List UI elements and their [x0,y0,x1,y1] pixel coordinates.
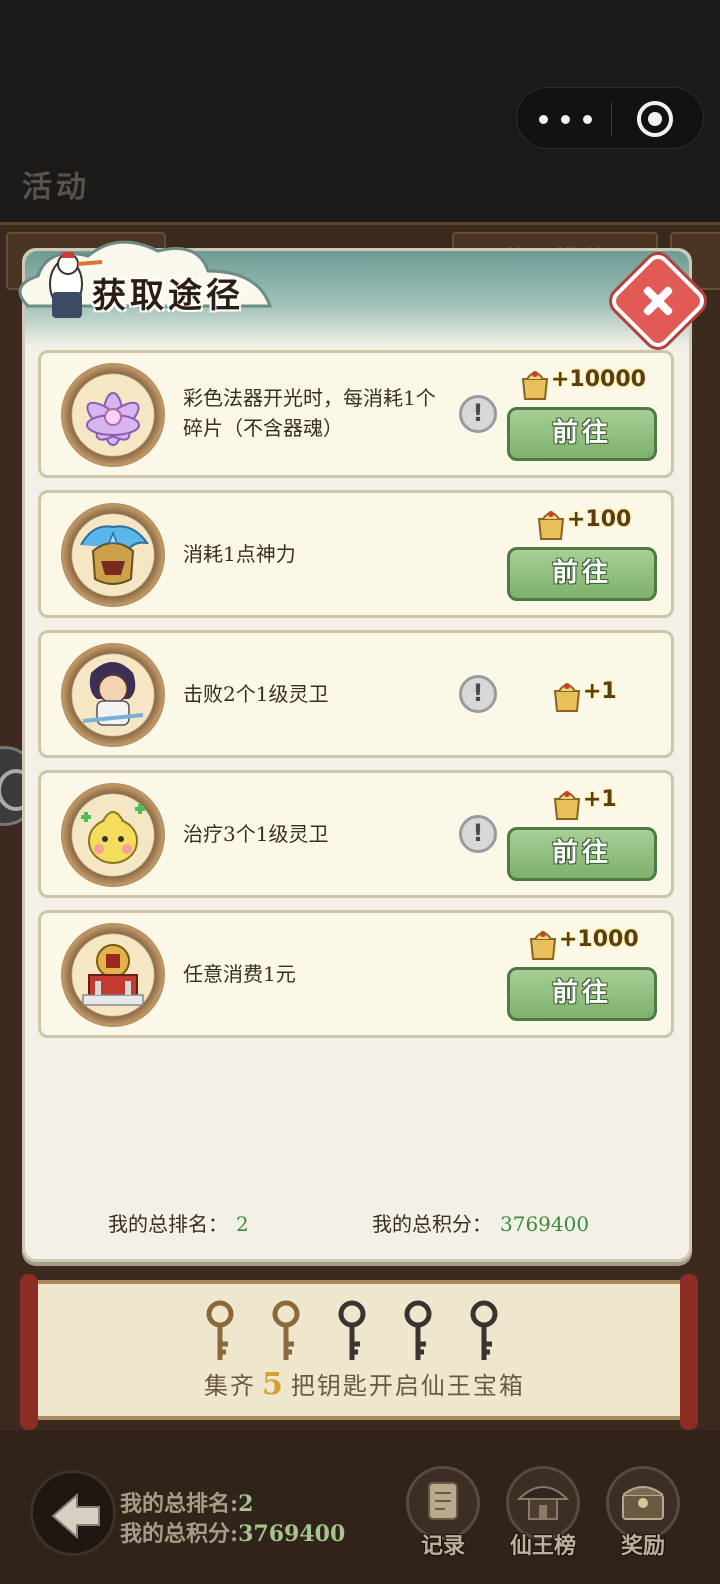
key-text-before: 集齐 [204,1372,256,1400]
arrow-left-icon [51,1492,100,1540]
nav-rewards[interactable]: 奖励 [600,1466,686,1576]
task-description: 消耗1点神力 [183,542,296,566]
nav-record-label: 记录 [420,1533,465,1559]
modal-title: 获取途径 [92,276,244,316]
reward-bag-icon [537,511,565,540]
reward-bag-icon [529,931,557,960]
info-icon[interactable]: ! [459,815,497,853]
activity-title: 活动 [22,170,90,205]
capsule-divider [611,102,612,136]
reward-bag-icon [553,683,581,712]
bottom-score: 我的总积分:3769400 [120,1516,345,1548]
bottom-rank-label: 我的总排名: [120,1491,239,1517]
info-icon[interactable]: ! [459,675,497,713]
key-instruction: 集齐 5 把钥匙开启仙王宝箱 [204,1366,525,1402]
go-button[interactable]: 前往 [507,967,657,1021]
key-text-after: 把钥匙开启仙王宝箱 [290,1372,525,1400]
key-icon-empty [404,1300,432,1360]
reward-amount: +100 [567,507,632,532]
more-icon[interactable] [539,105,611,133]
nav-leaderboard-label: 仙王榜 [509,1533,576,1559]
key-icon-collected [206,1300,234,1360]
reward: +1000 [525,925,645,961]
shrine-icon [61,923,165,1027]
go-button[interactable]: 前往 [507,407,657,461]
close-miniprogram-icon[interactable] [637,101,673,137]
task-card: 治疗3个1级灵卫 ! +1 前往 [38,770,674,898]
rank-value: 2 [236,1212,249,1236]
warrior-icon [61,643,165,747]
info-icon[interactable]: ! [459,395,497,433]
reward-amount: +1 [583,679,617,704]
reward-amount: +1 [583,787,617,812]
go-button[interactable]: 前往 [507,547,657,601]
task-description: 任意消费1元 [183,962,296,986]
reward-amount: +10000 [551,367,646,392]
nav-leaderboard[interactable]: 仙王榜 [500,1466,586,1576]
key-icon-empty [470,1300,498,1360]
task-card: 彩色法器开光时，每消耗1个碎片（不含器魂） ! +10000 前往 [38,350,674,478]
rank-label: 我的总排名： [108,1212,228,1236]
healer-icon [61,783,165,887]
reward: +1 [549,677,629,713]
reward-amount: +1000 [559,927,639,952]
key-icon-empty [338,1300,366,1360]
reward-bag-icon [521,371,549,400]
modal-score: 我的总积分： 3769400 [372,1208,589,1237]
bottom-score-label: 我的总积分: [120,1521,239,1547]
score-value: 3769400 [500,1212,590,1236]
modal-rank: 我的总排名： 2 [108,1208,249,1237]
reward: +100 [533,505,643,541]
keys-row [200,1300,520,1364]
key-count: 5 [262,1367,285,1402]
task-card: 任意消费1元 +1000 前往 [38,910,674,1038]
task-description: 击败2个1级灵卫 [183,682,329,706]
reward-bag-icon [553,791,581,820]
task-card: 击败2个1级灵卫 ! +1 [38,630,674,758]
bottom-score-value: 3769400 [238,1521,346,1547]
task-description: 彩色法器开光时，每消耗1个碎片（不含器魂） [183,386,436,440]
mini-program-capsule[interactable] [516,87,704,149]
bottom-rank: 我的总排名:2 [120,1486,253,1518]
score-label: 我的总积分： [372,1212,492,1236]
lotus-icon [61,363,165,467]
nav-record[interactable]: 记录 [400,1466,486,1576]
nav-rewards-label: 奖励 [620,1533,665,1559]
back-button[interactable] [30,1470,116,1556]
reward: +1 [549,785,629,821]
task-card: 消耗1点神力 +100 前往 [38,490,674,618]
task-description: 治疗3个1级灵卫 [183,822,329,846]
key-icon-collected [272,1300,300,1360]
helmet-icon [61,503,165,607]
go-button[interactable]: 前往 [507,827,657,881]
bottom-rank-value: 2 [238,1491,254,1517]
close-icon [626,269,690,333]
reward: +10000 [517,365,647,401]
